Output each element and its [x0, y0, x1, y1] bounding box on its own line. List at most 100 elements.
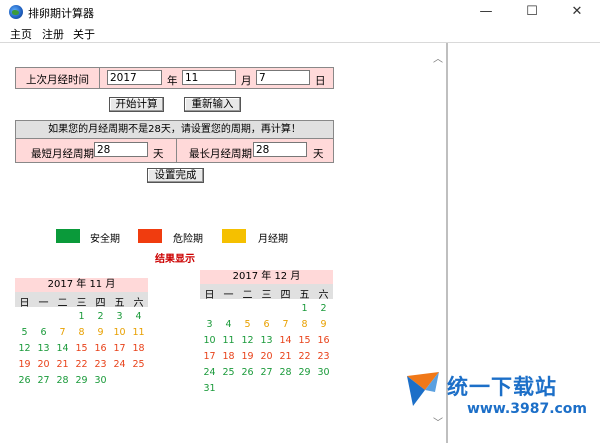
calendar-day[interactable]: 12: [15, 343, 34, 354]
calendar-day[interactable]: 18: [219, 351, 238, 362]
calendar-day[interactable]: 6: [257, 319, 276, 330]
calendar-day[interactable]: 17: [110, 343, 129, 354]
scroll-up-icon[interactable]: ︿: [433, 50, 443, 65]
calendar-day[interactable]: 30: [314, 367, 333, 378]
calendar-day[interactable]: 10: [110, 327, 129, 338]
calendar-day[interactable]: 24: [110, 359, 129, 370]
calendar-day[interactable]: 16: [91, 343, 110, 354]
calendar-day[interactable]: 12: [238, 335, 257, 346]
download-site-logo-icon: [407, 372, 439, 406]
period-swatch: [222, 229, 246, 243]
calendar-day[interactable]: 18: [129, 343, 148, 354]
calendar-day[interactable]: 21: [276, 351, 295, 362]
day-input[interactable]: 7: [256, 70, 310, 85]
calendar-day[interactable]: 23: [91, 359, 110, 370]
watermark-brand: 统一下载站: [447, 375, 557, 399]
calendar-day[interactable]: 27: [34, 375, 53, 386]
calendar-day[interactable]: 26: [15, 375, 34, 386]
calendar-day[interactable]: 5: [238, 319, 257, 330]
close-button[interactable]: ✕: [554, 0, 600, 25]
min-cycle-input[interactable]: 28: [94, 142, 148, 157]
weekday-label: 日: [19, 298, 30, 309]
max-cycle-input[interactable]: 28: [253, 142, 307, 157]
calendar-day[interactable]: 25: [219, 367, 238, 378]
calendar-day[interactable]: 15: [72, 343, 91, 354]
calendar-day[interactable]: 17: [200, 351, 219, 362]
calendar-day[interactable]: 25: [129, 359, 148, 370]
calendar-day[interactable]: 23: [314, 351, 333, 362]
calendar-day[interactable]: 8: [295, 319, 314, 330]
danger-swatch: [138, 229, 162, 243]
weekday-label: 日: [204, 290, 215, 301]
calendar-day[interactable]: 22: [72, 359, 91, 370]
calendar-day[interactable]: 13: [257, 335, 276, 346]
calendar-day[interactable]: 14: [53, 343, 72, 354]
calendar-day[interactable]: 3: [110, 311, 129, 322]
menu-about[interactable]: 关于: [73, 26, 95, 42]
calendar-day[interactable]: 19: [238, 351, 257, 362]
year-input[interactable]: 2017: [107, 70, 162, 85]
calendar-day[interactable]: 13: [34, 343, 53, 354]
calendar-day[interactable]: 7: [276, 319, 295, 330]
calendar-day[interactable]: 15: [295, 335, 314, 346]
calendar-day[interactable]: 20: [257, 351, 276, 362]
calendar-day[interactable]: 30: [91, 375, 110, 386]
reset-button[interactable]: 重新输入: [184, 97, 241, 112]
calendar-day[interactable]: 1: [72, 311, 91, 322]
year-unit: 年: [167, 75, 178, 87]
calendar-day[interactable]: 10: [200, 335, 219, 346]
weekday-label: 五: [299, 290, 310, 301]
menu-register[interactable]: 注册: [42, 26, 64, 42]
min-cycle-label: 最短月经周期: [31, 148, 94, 160]
calendar-day[interactable]: 14: [276, 335, 295, 346]
calendar-day[interactable]: 21: [53, 359, 72, 370]
calendar-day[interactable]: 22: [295, 351, 314, 362]
calendar-day[interactable]: 8: [72, 327, 91, 338]
month-input[interactable]: 11: [182, 70, 236, 85]
calendar-day[interactable]: 4: [219, 319, 238, 330]
safe-legend-label: 安全期: [90, 234, 120, 245]
calendar-day[interactable]: 9: [91, 327, 110, 338]
calendar-day[interactable]: 2: [91, 311, 110, 322]
calendar-day[interactable]: 16: [314, 335, 333, 346]
calendar-day[interactable]: 11: [219, 335, 238, 346]
calendar-day[interactable]: 11: [129, 327, 148, 338]
calendar-day[interactable]: 29: [295, 367, 314, 378]
calendar-day[interactable]: 28: [276, 367, 295, 378]
max-cycle-label: 最长月经周期: [189, 148, 252, 160]
calendar-day[interactable]: 3: [200, 319, 219, 330]
day-unit: 日: [315, 75, 326, 87]
calendar-day[interactable]: 4: [129, 311, 148, 322]
last-period-label: 上次月经时间: [26, 74, 89, 86]
calendar-day[interactable]: 5: [15, 327, 34, 338]
weekday-label: 四: [280, 290, 291, 301]
calendar-day[interactable]: 20: [34, 359, 53, 370]
maximize-button[interactable]: ☐: [509, 0, 555, 25]
calendar-day[interactable]: 6: [34, 327, 53, 338]
calendar-day[interactable]: 27: [257, 367, 276, 378]
cycle-notice: 如果您的月经周期不是28天，请设置您的周期，再计算！: [15, 120, 334, 139]
safe-swatch: [56, 229, 80, 243]
calendar-day[interactable]: 9: [314, 319, 333, 330]
calendar-day[interactable]: 7: [53, 327, 72, 338]
calendar-day[interactable]: 31: [200, 383, 219, 394]
calendar-day[interactable]: 24: [200, 367, 219, 378]
settings-done-button[interactable]: 设置完成: [147, 168, 204, 183]
calendar-day[interactable]: 29: [72, 375, 91, 386]
start-calc-button[interactable]: 开始计算: [109, 97, 164, 112]
last-period-row: 上次月经时间 2017 年 11 月 7 日: [15, 67, 334, 89]
calendar-day[interactable]: 1: [295, 303, 314, 314]
weekday-label: 五: [114, 298, 125, 309]
minimize-button[interactable]: —: [463, 0, 509, 25]
period-legend-label: 月经期: [258, 234, 288, 245]
weekday-label: 四: [95, 298, 106, 309]
calendar-day[interactable]: 26: [238, 367, 257, 378]
calendar-day[interactable]: 28: [53, 375, 72, 386]
weekday-label: 二: [57, 298, 68, 309]
calendar-day[interactable]: 19: [15, 359, 34, 370]
menu-home[interactable]: 主页: [10, 26, 32, 42]
watermark-url: www.3987.com: [467, 401, 588, 417]
globe-icon: [9, 5, 23, 19]
calendar-day[interactable]: 2: [314, 303, 333, 314]
min-cycle-unit: 天: [153, 148, 164, 160]
